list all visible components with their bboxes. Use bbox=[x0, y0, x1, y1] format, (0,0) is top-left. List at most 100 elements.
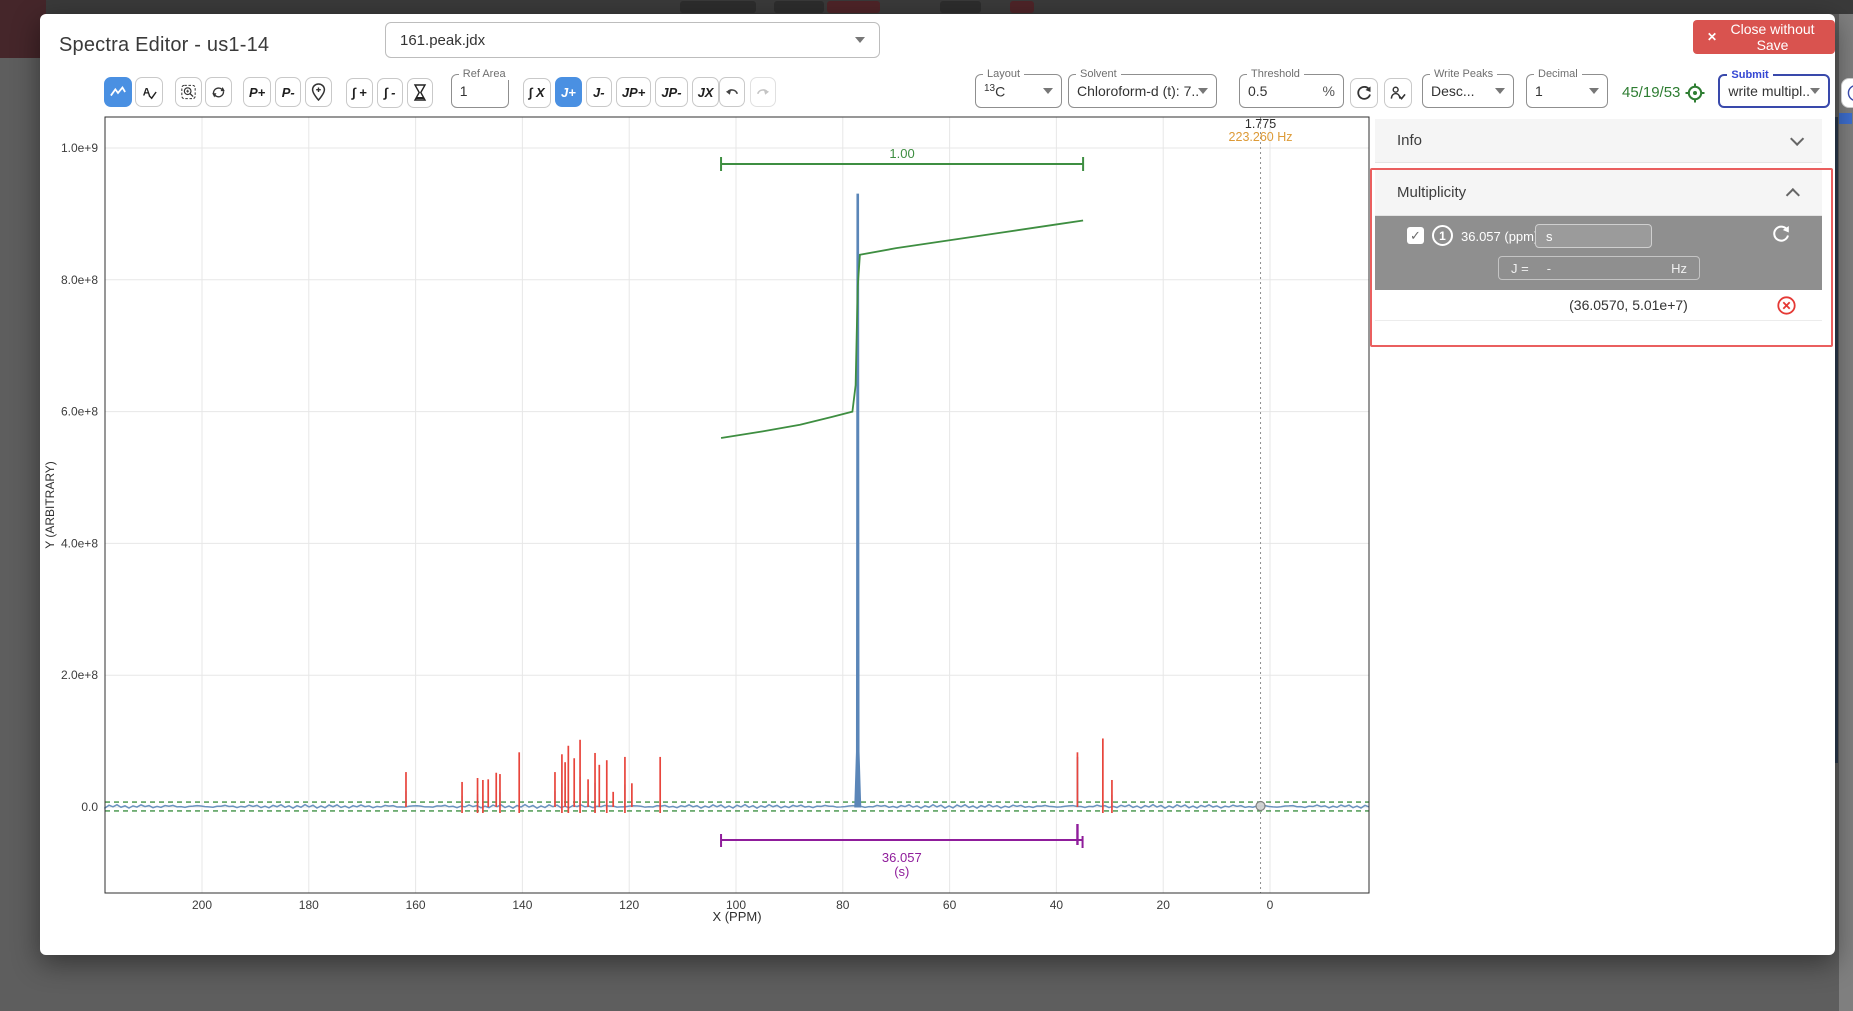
multiplicity-point-value: (36.0570, 5.01e+7) bbox=[1569, 297, 1688, 313]
multiplicity-type-input[interactable]: s bbox=[1535, 224, 1652, 248]
target-icon[interactable] bbox=[1684, 82, 1706, 104]
reset-zoom-icon-button[interactable] bbox=[205, 77, 232, 107]
svg-text:20: 20 bbox=[1157, 898, 1171, 912]
info-section-header[interactable]: Info bbox=[1375, 119, 1822, 163]
undo-button[interactable] bbox=[719, 77, 745, 107]
layout-label: Layout bbox=[983, 68, 1024, 80]
delete-point-button[interactable] bbox=[1777, 296, 1796, 315]
chevron-down-icon bbox=[1495, 88, 1505, 94]
submit-run-button[interactable] bbox=[1841, 78, 1853, 108]
chevron-down-icon bbox=[1589, 88, 1599, 94]
svg-text:2.0e+8: 2.0e+8 bbox=[61, 668, 98, 682]
multiplicity-type-value: s bbox=[1546, 229, 1553, 244]
auto-assignment-button[interactable]: A bbox=[135, 77, 163, 107]
background-right-accent bbox=[1839, 113, 1852, 124]
multiplicity-refresh-button[interactable] bbox=[1771, 224, 1791, 244]
peak-counter-value: 45/19/53 bbox=[1622, 84, 1680, 101]
submit-label: Submit bbox=[1727, 69, 1772, 81]
hourglass-icon-button[interactable] bbox=[407, 78, 433, 108]
refresh-peaks-button[interactable] bbox=[1350, 78, 1378, 108]
integral-delete-all-button[interactable]: ∫ X bbox=[523, 78, 551, 108]
jp-add-button[interactable]: JP+ bbox=[616, 77, 652, 107]
background-right-strip bbox=[1839, 14, 1853, 1011]
write-peaks-select[interactable]: Write Peaks Desc... bbox=[1422, 74, 1514, 108]
svg-text:60: 60 bbox=[943, 898, 957, 912]
background-window-chip bbox=[1010, 1, 1034, 13]
jx-button[interactable]: JX bbox=[692, 77, 720, 107]
svg-text:160: 160 bbox=[406, 898, 426, 912]
j-unit: Hz bbox=[1671, 261, 1687, 276]
svg-text:1.00: 1.00 bbox=[889, 146, 914, 161]
spectra-editor-modal: Spectra Editor - us1-14 161.peak.jdx ✕ C… bbox=[40, 14, 1835, 955]
chevron-down-icon bbox=[1043, 88, 1053, 94]
peak-pick-pin-button[interactable] bbox=[305, 77, 332, 107]
solvent-value: Chloroform-d (t): 7... bbox=[1077, 83, 1198, 99]
multiplicity-section-header[interactable]: Multiplicity bbox=[1375, 170, 1822, 216]
redo-button[interactable] bbox=[750, 77, 776, 107]
solvent-select[interactable]: Solvent Chloroform-d (t): 7... bbox=[1068, 74, 1217, 108]
background-window-chip bbox=[827, 1, 880, 13]
chevron-down-icon bbox=[1198, 88, 1208, 94]
layout-select[interactable]: Layout 13C bbox=[975, 74, 1062, 108]
background-window-chip bbox=[774, 1, 824, 13]
svg-text:40: 40 bbox=[1050, 898, 1064, 912]
svg-text:36.057: 36.057 bbox=[882, 850, 922, 865]
svg-text:200: 200 bbox=[192, 898, 212, 912]
decimal-select[interactable]: Decimal 1 bbox=[1526, 74, 1608, 108]
svg-text:140: 140 bbox=[512, 898, 532, 912]
svg-text:80: 80 bbox=[836, 898, 850, 912]
threshold-field[interactable]: Threshold 0.5 % bbox=[1239, 74, 1344, 108]
svg-text:223.260 Hz: 223.260 Hz bbox=[1229, 130, 1293, 144]
multiplicity-checkbox[interactable]: ✓ bbox=[1407, 227, 1424, 244]
multiplicity-shift-value: 36.057 (ppm) bbox=[1461, 229, 1538, 244]
svg-text:X (PPM): X (PPM) bbox=[712, 909, 761, 924]
svg-text:1.0e+9: 1.0e+9 bbox=[61, 141, 98, 155]
svg-text:6.0e+8: 6.0e+8 bbox=[61, 405, 98, 419]
integral-add-button[interactable]: ∫ + bbox=[346, 78, 373, 108]
spectrum-line-mode-button[interactable] bbox=[104, 77, 132, 107]
background-window-chip bbox=[940, 1, 981, 13]
write-peaks-label: Write Peaks bbox=[1430, 68, 1497, 80]
solvent-label: Solvent bbox=[1076, 68, 1121, 80]
svg-text:4.0e+8: 4.0e+8 bbox=[61, 536, 98, 550]
chevron-down-icon bbox=[1810, 88, 1820, 94]
j-label: J = bbox=[1511, 261, 1529, 276]
auto-peak-check-button[interactable] bbox=[1384, 78, 1412, 108]
multiplicity-point-row: (36.0570, 5.01e+7) bbox=[1375, 290, 1822, 321]
multiplicity-title: Multiplicity bbox=[1397, 184, 1466, 201]
ref-area-label: Ref Area bbox=[459, 68, 510, 80]
integral-remove-button[interactable]: ∫ - bbox=[377, 78, 403, 108]
svg-text:120: 120 bbox=[619, 898, 639, 912]
background-top-strip bbox=[0, 0, 1853, 14]
threshold-label: Threshold bbox=[1247, 68, 1304, 80]
ref-area-value: 1 bbox=[460, 83, 468, 99]
toolbar: A P+ P- ∫ + ∫ - Ref Area bbox=[40, 72, 1835, 112]
threshold-unit: % bbox=[1323, 83, 1335, 99]
jp-remove-button[interactable]: JP- bbox=[655, 77, 687, 107]
submit-select[interactable]: Submit write multipl... bbox=[1718, 74, 1830, 108]
zoom-select-icon-button[interactable] bbox=[175, 77, 202, 107]
ref-area-field[interactable]: Ref Area 1 bbox=[451, 74, 509, 108]
decimal-label: Decimal bbox=[1534, 68, 1582, 80]
svg-text:0: 0 bbox=[1267, 898, 1274, 912]
checkmark-icon: ✓ bbox=[1410, 228, 1421, 244]
j-remove-button[interactable]: J- bbox=[586, 77, 612, 107]
write-peaks-value: Desc... bbox=[1431, 83, 1475, 99]
svg-text:1.775: 1.775 bbox=[1245, 117, 1276, 131]
svg-text:0.0: 0.0 bbox=[81, 800, 98, 814]
svg-text:8.0e+8: 8.0e+8 bbox=[61, 273, 98, 287]
background-window-chip bbox=[680, 1, 756, 13]
layout-value: 13C bbox=[984, 83, 1005, 100]
j-coupling-box[interactable]: J = - Hz bbox=[1498, 256, 1700, 280]
decimal-value: 1 bbox=[1535, 83, 1543, 99]
threshold-value: 0.5 bbox=[1248, 83, 1267, 99]
multiplicity-index-badge: 1 bbox=[1432, 225, 1453, 246]
peak-counter: 45/19/53 bbox=[1622, 82, 1706, 104]
j-add-button[interactable]: J+ bbox=[555, 77, 582, 107]
svg-text:180: 180 bbox=[299, 898, 319, 912]
background-window-edge bbox=[1835, 117, 1838, 763]
peak-add-button[interactable]: P+ bbox=[243, 77, 271, 107]
peak-remove-button[interactable]: P- bbox=[275, 77, 301, 107]
info-title: Info bbox=[1397, 132, 1422, 149]
submit-value: write multipl... bbox=[1728, 83, 1810, 99]
